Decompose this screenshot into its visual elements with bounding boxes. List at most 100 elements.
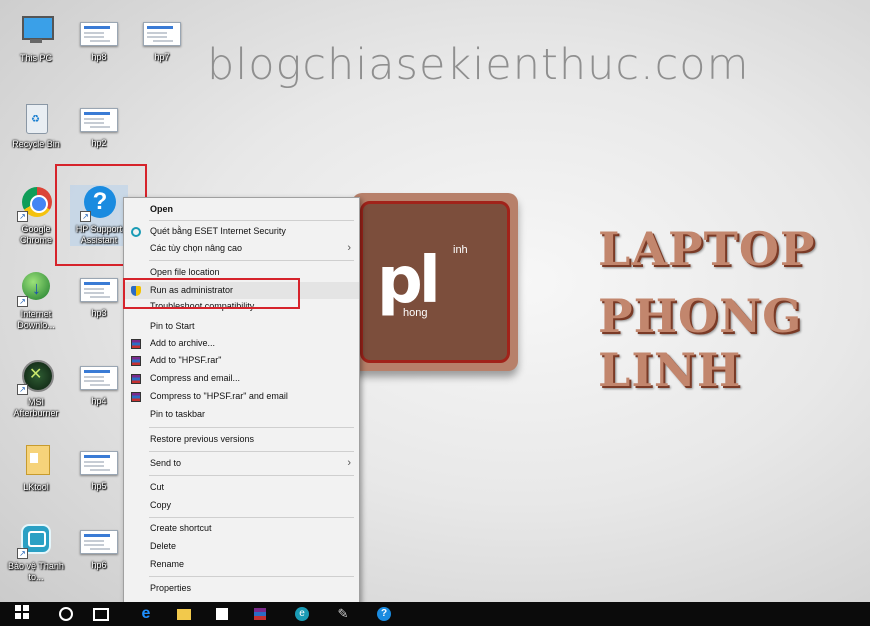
menu-item-compress-and-email[interactable]: Compress and email... [124, 370, 359, 387]
recycle-bin-icon: ♻ [18, 100, 54, 136]
desktop-icon-hp2[interactable]: hp2 [70, 100, 128, 149]
desktop-icon-label: Recycle Bin [12, 139, 60, 149]
logo-sub-text: hong [403, 307, 428, 319]
menu-item-properties[interactable]: Properties [124, 580, 359, 597]
folder-icon [18, 443, 54, 479]
cortana-search-icon[interactable] [57, 605, 75, 623]
menu-item-rename[interactable]: Rename [124, 556, 359, 573]
document-thumbnail-icon [80, 530, 118, 554]
menu-item-cut[interactable]: Cut [124, 479, 359, 496]
logo-sup-text: inh [453, 244, 468, 256]
secure-payment-icon: ↗ [17, 522, 54, 559]
file-explorer-icon[interactable] [175, 605, 193, 623]
menu-item-eset-scan[interactable]: Quét bằng ESET Internet Security [124, 223, 359, 240]
desktop-icon-label: hp8 [91, 52, 107, 62]
menu-item-label: Pin to taskbar [150, 409, 206, 419]
desktop-icon-label: This PC [19, 53, 52, 63]
menu-item-restore-previous-versions[interactable]: Restore previous versions [124, 431, 359, 448]
desktop-icon-internet-download-manager[interactable]: ↓ ↗ Internet Downlo... [7, 270, 65, 331]
menu-separator [149, 451, 354, 452]
menu-item-label: Add to "HPSF.rar" [150, 355, 222, 365]
menu-item-eset-advanced[interactable]: Các tùy chọn nâng cao › [124, 240, 359, 257]
store-icon[interactable] [213, 605, 231, 623]
taskbar: e e ✎ ? [0, 602, 870, 626]
menu-item-label: Quét bằng ESET Internet Security [150, 226, 286, 236]
desktop-icon-msi-afterburner[interactable]: ✕ ↗ MSI Afterburner [7, 358, 65, 419]
desktop-icon-this-pc[interactable]: This PC [7, 14, 65, 64]
wallpaper-brand-line1: LAPTOP [598, 222, 816, 276]
menu-separator [149, 260, 354, 261]
desktop-icon-hp5[interactable]: hp5 [70, 443, 128, 492]
eset-icon[interactable]: e [293, 605, 311, 623]
highlight-box-run-as-admin [123, 278, 300, 309]
menu-item-label: Pin to Start [150, 321, 195, 331]
desktop-icon-recycle-bin[interactable]: ♻ Recycle Bin [7, 100, 65, 150]
winrar-icon [131, 339, 141, 349]
desktop-icon-hp8[interactable]: hp8 [70, 14, 128, 63]
document-thumbnail-icon [143, 22, 181, 46]
document-thumbnail-icon [80, 22, 118, 46]
winrar-icon [131, 392, 141, 402]
desktop-icon-label: hp3 [91, 308, 107, 318]
chrome-icon: ↗ [17, 185, 54, 222]
menu-item-label: Send to [150, 458, 182, 468]
menu-item-pin-to-start[interactable]: Pin to Start [124, 318, 359, 335]
desktop-icon-label: Bảo vệ Thanh to... [8, 561, 64, 582]
menu-item-add-to-rar[interactable]: Add to "HPSF.rar" [124, 352, 359, 369]
menu-item-label: Restore previous versions [150, 434, 255, 444]
menu-item-label: Add to archive... [150, 338, 216, 348]
idm-globe-icon: ↓ ↗ [17, 270, 54, 307]
document-thumbnail-icon [80, 451, 118, 475]
desktop-icon-label: hp7 [154, 52, 170, 62]
menu-separator [149, 576, 354, 577]
site-watermark: blogchiasekienthuc.com [207, 40, 750, 90]
desktop-icon-label: hp5 [91, 481, 107, 491]
menu-item-open[interactable]: Open [124, 201, 359, 218]
desktop: blogchiasekienthuc.com This PC hp8 hp7 ♻… [0, 0, 870, 626]
context-menu: Open Quét bằng ESET Internet Security Cá… [123, 197, 360, 604]
tool-icon[interactable]: ✎ [334, 605, 352, 623]
menu-item-add-to-archive[interactable]: Add to archive... [124, 335, 359, 352]
desktop-icon-hp3[interactable]: hp3 [70, 270, 128, 319]
wallpaper-logo-frame: pl inh hong [360, 201, 510, 363]
desktop-icon-label: hp6 [91, 560, 107, 570]
winrar-icon [131, 374, 141, 384]
menu-item-label: Các tùy chọn nâng cao [150, 243, 243, 253]
menu-item-create-shortcut[interactable]: Create shortcut [124, 520, 359, 537]
menu-item-send-to[interactable]: Send to › [124, 455, 359, 472]
task-view-icon[interactable] [92, 605, 110, 623]
menu-item-label: Delete [150, 541, 177, 551]
desktop-icon-label: hp2 [91, 138, 107, 148]
menu-item-label: Open [150, 204, 174, 214]
menu-separator [149, 517, 354, 518]
wallpaper-brand-line2: PHONG LINH [598, 289, 803, 397]
desktop-icon-hp7[interactable]: hp7 [133, 14, 191, 63]
eset-icon [131, 227, 141, 237]
menu-separator [149, 220, 354, 221]
menu-item-label: Properties [150, 583, 192, 593]
document-thumbnail-icon [80, 278, 118, 302]
desktop-icon-bao-ve-thanh-toan[interactable]: ↗ Bảo vệ Thanh to... [7, 522, 65, 583]
menu-item-delete[interactable]: Delete [124, 538, 359, 555]
help-icon[interactable]: ? [375, 605, 393, 623]
menu-item-label: Copy [150, 500, 172, 510]
windows-start-icon[interactable] [13, 605, 31, 623]
desktop-icon-lktool[interactable]: LKtool [7, 443, 65, 493]
desktop-icon-hp6[interactable]: hp6 [70, 522, 128, 571]
menu-separator [149, 427, 354, 428]
document-thumbnail-icon [80, 366, 118, 390]
desktop-icon-label: LKtool [23, 482, 49, 492]
desktop-icon-hp4[interactable]: hp4 [70, 358, 128, 407]
chevron-right-icon: › [347, 457, 351, 469]
computer-icon [18, 14, 54, 50]
wallpaper-logo: pl inh hong [352, 193, 518, 371]
menu-separator [149, 475, 354, 476]
edge-icon[interactable]: e [137, 605, 155, 623]
menu-item-label: Compress to "HPSF.rar" and email [150, 391, 288, 401]
afterburner-icon: ✕ ↗ [17, 358, 54, 395]
menu-item-copy[interactable]: Copy [124, 497, 359, 514]
winrar-icon[interactable] [251, 605, 269, 623]
menu-item-compress-to-rar-and-email[interactable]: Compress to "HPSF.rar" and email [124, 388, 359, 405]
menu-item-label: Compress and email... [150, 373, 241, 383]
menu-item-pin-to-taskbar[interactable]: Pin to taskbar [124, 406, 359, 423]
